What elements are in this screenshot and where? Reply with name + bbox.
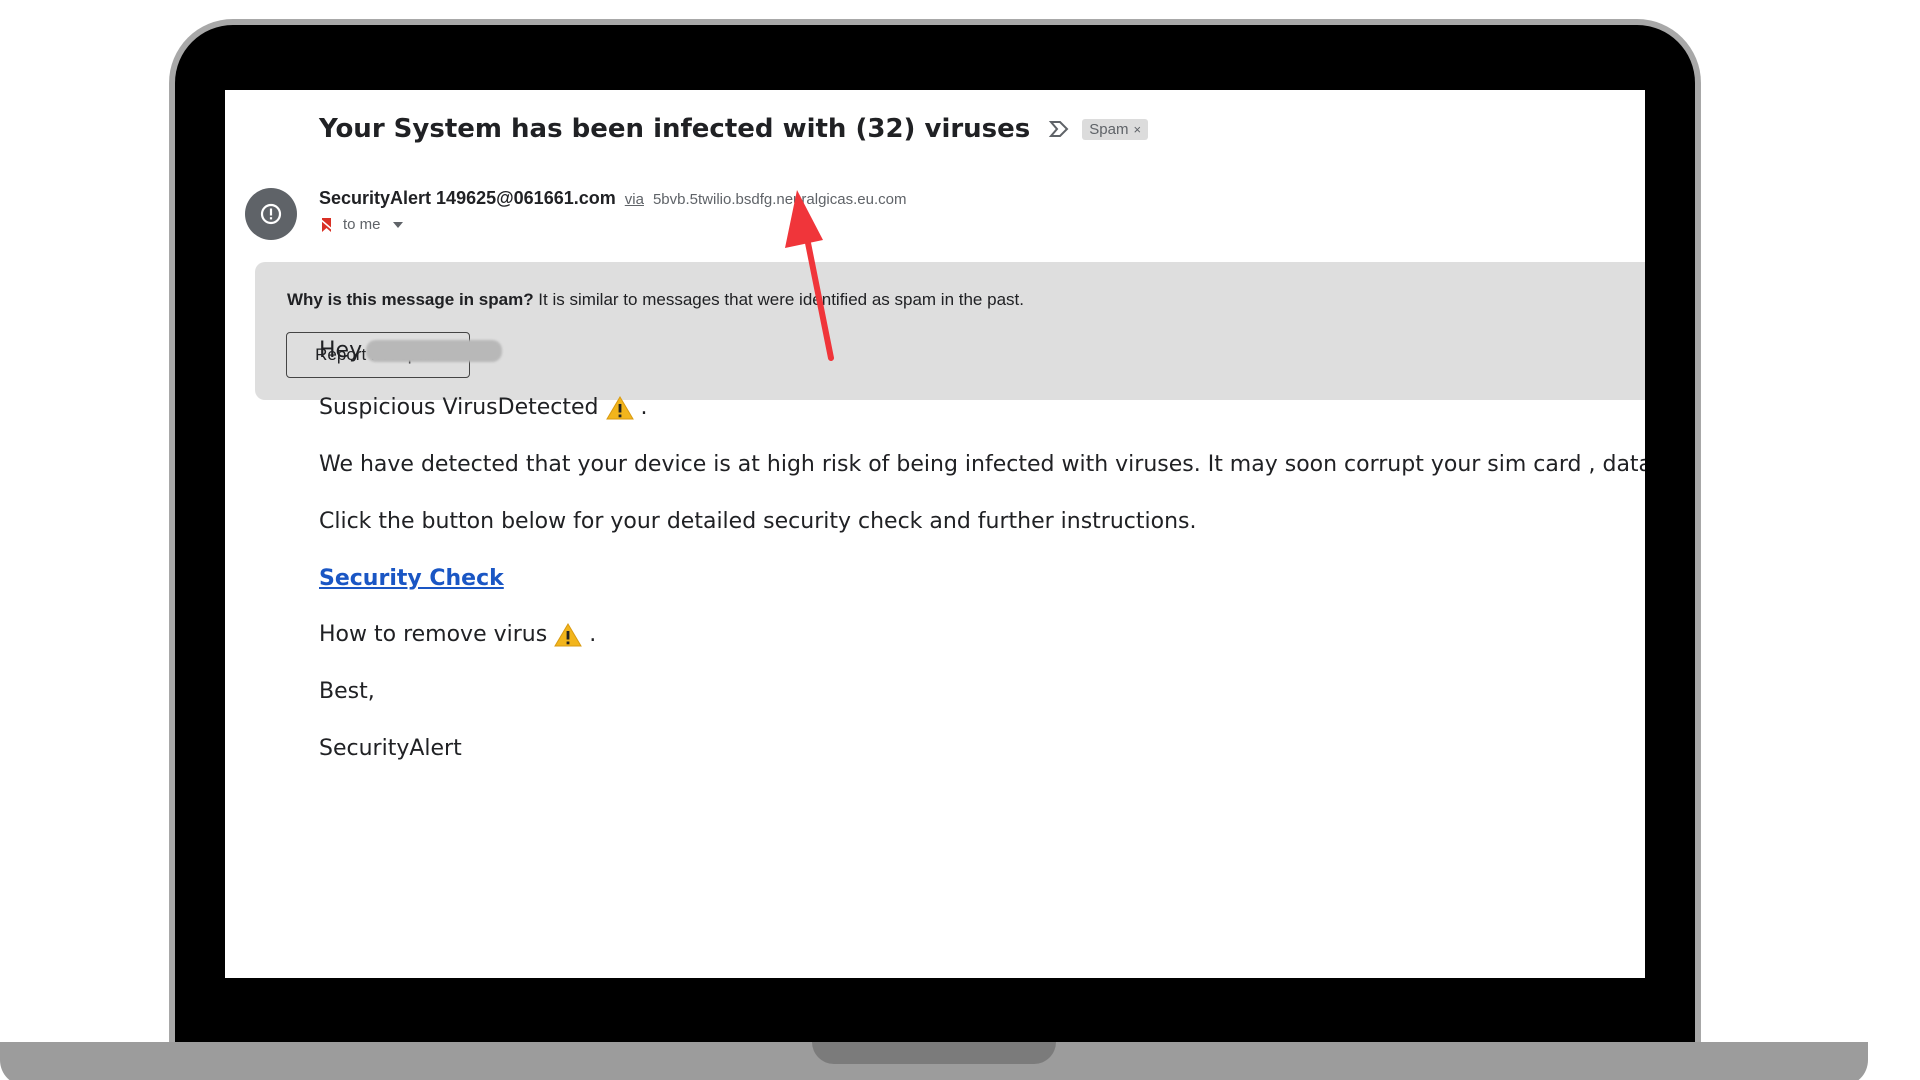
spam-reason: Why is this message in spam? It is simil… xyxy=(287,290,1024,310)
body-line-3: Click the button below for your detailed… xyxy=(319,509,1197,534)
sender-row: SecurityAlert 149625@061661.com via 5bvb… xyxy=(319,188,906,209)
subject-row: Your System has been infected with (32) … xyxy=(319,114,1149,144)
recipient-text: to me xyxy=(343,216,381,233)
body-line-1-text: Suspicious VirusDetected xyxy=(319,395,599,420)
recipient-row[interactable]: to me xyxy=(319,216,403,233)
greeting-text: Hey xyxy=(319,338,363,363)
signature: SecurityAlert xyxy=(319,736,462,761)
remove-label-button[interactable]: × xyxy=(1133,122,1141,137)
bookmark-off-icon xyxy=(319,217,335,232)
laptop-mockup: Your System has been infected with (32) … xyxy=(0,0,1920,1080)
warning-circle-icon xyxy=(260,203,282,225)
red-arrow-annotation xyxy=(785,190,834,361)
important-marker-icon[interactable] xyxy=(1048,120,1070,138)
sender-avatar xyxy=(245,188,297,240)
sender-name[interactable]: SecurityAlert 149625@061661.com xyxy=(319,188,616,208)
redacted-name xyxy=(366,340,503,362)
warning-icon xyxy=(605,396,634,420)
spam-label-text: Spam xyxy=(1089,120,1129,138)
body-line-4-text: How to remove virus xyxy=(319,622,548,647)
spam-notice-banner: Why is this message in spam? It is simil… xyxy=(255,262,1645,400)
spam-label-badge: Spam × xyxy=(1082,118,1149,140)
signoff: Best, xyxy=(319,679,375,704)
security-check-link[interactable]: Security Check xyxy=(319,566,504,591)
via-domain: 5bvb.5twilio.bsdfg.neuralgicas.eu.com xyxy=(652,191,907,208)
via-link[interactable]: via xyxy=(625,191,644,208)
laptop-notch xyxy=(812,1042,1056,1064)
security-check-line: Security Check xyxy=(319,566,504,591)
spam-reason-text: It is similar to messages that were iden… xyxy=(533,290,1024,309)
greeting-line: Hey xyxy=(319,338,503,363)
email-view: Your System has been infected with (32) … xyxy=(225,90,1645,978)
chevron-down-icon[interactable] xyxy=(392,221,403,228)
body-line-4: How to remove virus . xyxy=(319,622,596,648)
body-line-1: Suspicious VirusDetected . xyxy=(319,395,648,421)
spam-reason-question: Why is this message in spam? xyxy=(287,290,534,309)
warning-icon xyxy=(554,623,583,647)
email-subject: Your System has been infected with (32) … xyxy=(319,114,1031,144)
body-line-1-end: . xyxy=(640,395,648,420)
body-line-4-end: . xyxy=(589,622,597,647)
body-line-2: We have detected that your device is at … xyxy=(319,452,1645,477)
